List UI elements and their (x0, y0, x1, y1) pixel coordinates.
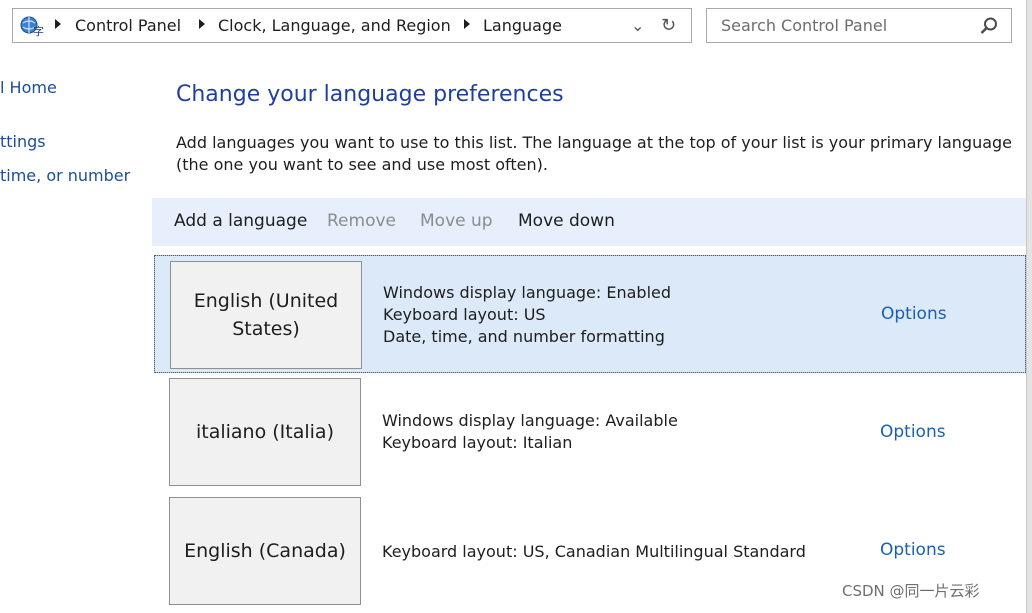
breadcrumb-arrow-icon (55, 19, 61, 29)
sidebar-item-change-date-time-number[interactable]: time, or number (0, 166, 130, 185)
search-input[interactable]: Search Control Panel (721, 16, 887, 35)
language-tile[interactable]: English (Canada) (169, 497, 361, 605)
keyboard-layout: Keyboard layout: US (383, 305, 546, 324)
control-panel-language-icon: 字 (20, 16, 44, 38)
breadcrumb-language[interactable]: Language (483, 16, 562, 35)
breadcrumb-clock-language-region[interactable]: Clock, Language, and Region (218, 16, 451, 35)
language-details: Keyboard layout: US, Canadian Multilingu… (382, 541, 806, 563)
options-link[interactable]: Options (880, 540, 946, 560)
move-up-button[interactable]: Move up (420, 211, 493, 231)
breadcrumb-arrow-icon (199, 19, 205, 29)
language-details: Windows display language: Available Keyb… (382, 410, 678, 454)
language-details: Windows display language: Enabled Keyboa… (383, 282, 671, 348)
watermark: CSDN @同一片云彩 (842, 582, 980, 600)
search-box[interactable]: Search Control Panel (706, 8, 1012, 43)
language-row[interactable]: English (United States) Windows display … (154, 255, 1026, 373)
move-down-button[interactable]: Move down (518, 211, 615, 231)
scrollbar[interactable] (1026, 0, 1032, 613)
sidebar-item-advanced-settings[interactable]: ttings (0, 132, 46, 151)
language-tile[interactable]: English (United States) (170, 261, 362, 369)
options-link[interactable]: Options (880, 422, 946, 442)
language-row[interactable]: italiano (Italia) Windows display langua… (154, 373, 1026, 491)
svg-text:字: 字 (33, 24, 44, 38)
breadcrumb-arrow-icon (464, 19, 470, 29)
remove-button[interactable]: Remove (327, 211, 396, 231)
breadcrumb-control-panel[interactable]: Control Panel (75, 16, 181, 35)
options-link[interactable]: Options (881, 304, 947, 324)
address-bar[interactable]: 字 Control Panel Clock, Language, and Reg… (12, 8, 692, 43)
display-language-status: Windows display language: Enabled (383, 283, 672, 302)
language-toolbar: Add a language Remove Move up Move down (152, 198, 1026, 246)
refresh-icon[interactable]: ↻ (661, 15, 676, 36)
formatting-info: Date, time, and number formatting (383, 327, 665, 346)
sidebar-item-control-panel-home[interactable]: l Home (0, 78, 57, 97)
page-description: Add languages you want to use to this li… (176, 133, 1013, 174)
display-language-status: Windows display language: Available (382, 411, 678, 430)
page-title: Change your language preferences (176, 82, 564, 107)
add-language-button[interactable]: Add a language (174, 211, 307, 231)
search-icon[interactable] (979, 16, 999, 36)
keyboard-layout: Keyboard layout: Italian (382, 433, 573, 452)
keyboard-layout: Keyboard layout: US, Canadian Multilingu… (382, 542, 806, 561)
chevron-down-icon[interactable]: ⌄ (631, 16, 644, 35)
language-tile[interactable]: italiano (Italia) (169, 378, 361, 486)
